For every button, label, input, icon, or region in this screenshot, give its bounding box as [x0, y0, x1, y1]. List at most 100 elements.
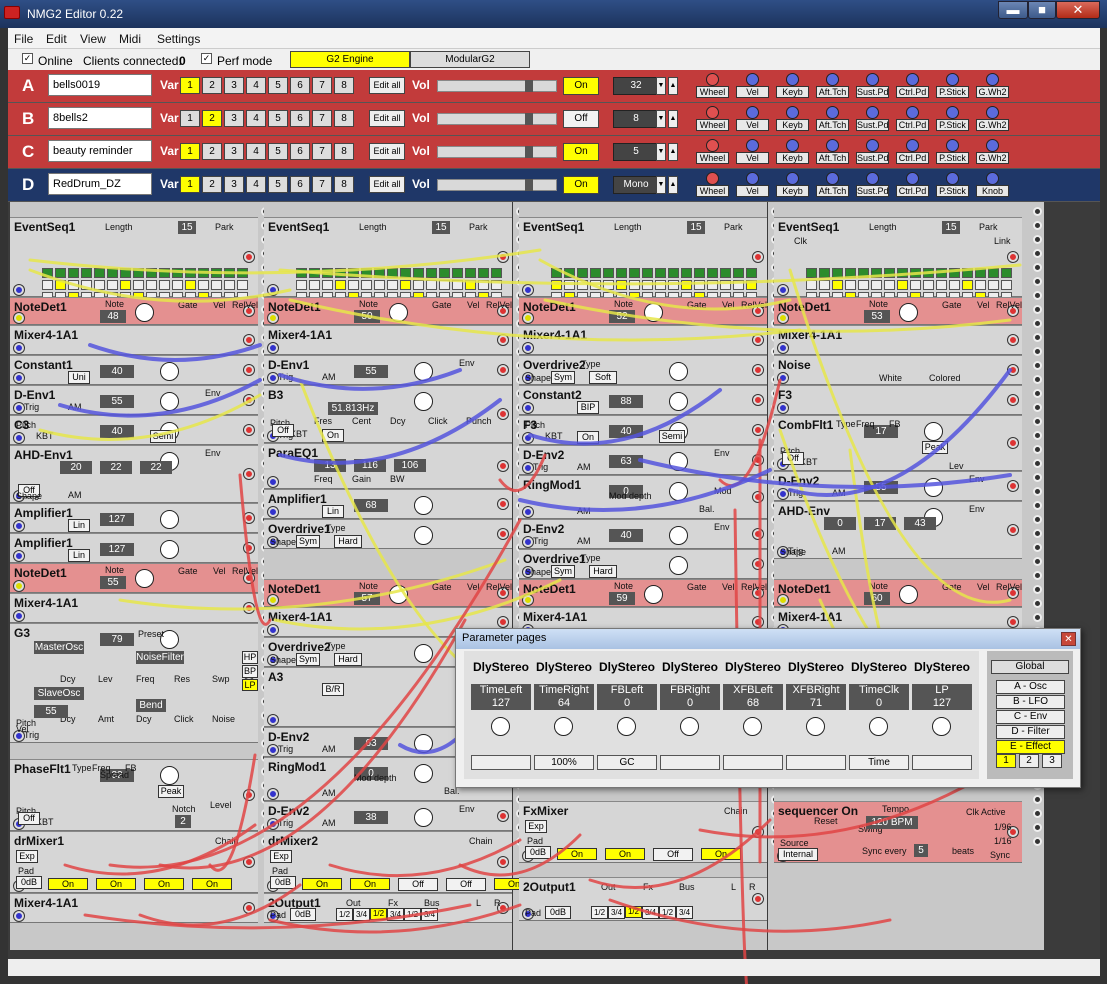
param-value-box[interactable]: LP 127 [912, 684, 972, 710]
parameter-knob-icon[interactable] [669, 452, 688, 471]
assign-knob-icon[interactable] [866, 172, 879, 185]
output-jack-icon[interactable] [244, 903, 254, 913]
param-knob-icon[interactable] [617, 717, 636, 736]
sequencer-step[interactable] [910, 268, 921, 278]
off-button[interactable]: Off [272, 424, 294, 437]
sequencer-step[interactable] [975, 280, 986, 290]
parameter-knob-icon[interactable] [924, 478, 943, 497]
variation-button[interactable]: 4 [246, 143, 266, 160]
sequencer-step[interactable] [146, 280, 157, 290]
sequencer-step[interactable] [746, 280, 757, 290]
parameter-knob-icon[interactable] [669, 482, 688, 501]
exp-button[interactable]: Exp [525, 820, 547, 833]
sequencer-step[interactable] [806, 268, 817, 278]
value-display[interactable]: 63 [609, 455, 643, 468]
module-amplifier1[interactable]: Amplifier1 Lin 68 [264, 489, 512, 519]
output-jack-icon[interactable] [244, 365, 254, 375]
volume-thumb[interactable] [525, 179, 533, 191]
input-jack-icon[interactable] [523, 285, 533, 295]
value-display[interactable]: 22 [140, 461, 172, 474]
sequencer-step[interactable] [616, 268, 627, 278]
sequencer-step[interactable] [694, 280, 705, 290]
slot-on-button[interactable]: On [563, 77, 599, 95]
volume-slider[interactable] [437, 179, 557, 191]
sequencer-step[interactable] [374, 268, 385, 278]
sequencer-step[interactable] [923, 280, 934, 290]
volume-slider[interactable] [437, 113, 557, 125]
value-display[interactable]: 55 [354, 365, 388, 378]
module-notedet1[interactable]: NoteDet1 Note 52 Gate Vel RelVel [519, 297, 767, 325]
module-d-env2[interactable]: D-Env2 55 Env Trig AM [774, 471, 1022, 501]
variation-button[interactable]: 6 [290, 110, 310, 127]
module-d-env2[interactable]: D-Env2 38 Env Trig AM [264, 801, 512, 831]
sequencer-step[interactable] [858, 268, 869, 278]
value-display[interactable]: 17 [864, 517, 896, 530]
note-value[interactable]: 55 [100, 576, 126, 589]
output-jack-icon[interactable] [498, 252, 508, 262]
output-jack-icon[interactable] [753, 827, 763, 837]
parameter-knob-icon[interactable] [414, 362, 433, 381]
sequencer-step[interactable] [551, 280, 562, 290]
page-button[interactable]: C - Env [996, 710, 1065, 724]
edit-all-button[interactable]: Edit all [369, 176, 405, 193]
assign-knob-icon[interactable] [746, 73, 759, 86]
module-notedet1[interactable]: NoteDet1 Note 53 Gate Vel RelVel [774, 297, 1022, 325]
sequencer-step[interactable] [439, 268, 450, 278]
param-knob-icon[interactable] [869, 717, 888, 736]
module-constant2[interactable]: Constant2 BIP 88 [519, 385, 767, 415]
module-combflt1[interactable]: CombFlt1 17 KBT Pitch Off Type Freq FB Peak Lev [774, 415, 1022, 471]
output-jack-icon[interactable] [753, 335, 763, 345]
sequencer-step[interactable] [478, 280, 489, 290]
volume-thumb[interactable] [525, 113, 533, 125]
output-select-button[interactable]: 3/4 [608, 906, 625, 919]
note-value[interactable]: 57 [354, 592, 380, 605]
parameter-knob-icon[interactable] [414, 764, 433, 783]
input-jack-icon[interactable] [268, 789, 278, 799]
sequencer-step[interactable] [159, 280, 170, 290]
sequencer-step[interactable] [42, 268, 53, 278]
sequencer-step[interactable] [81, 268, 92, 278]
sequencer-step[interactable] [832, 268, 843, 278]
module-d-env1[interactable]: D-Env1 55 Env Trig AM [264, 355, 512, 385]
sequencer-step[interactable] [949, 268, 960, 278]
voices-down-button[interactable]: ▼ [656, 110, 666, 128]
sequencer-step[interactable] [107, 280, 118, 290]
sequencer-step[interactable] [720, 268, 731, 278]
channel-on-button[interactable]: Off [446, 878, 486, 891]
exp-button[interactable]: Exp [16, 850, 38, 863]
sequencer-step[interactable] [452, 280, 463, 290]
output-select-button[interactable]: 3/4 [421, 908, 438, 921]
note-knob-icon[interactable] [644, 303, 663, 322]
input-jack-icon[interactable] [523, 507, 533, 517]
sequencer-step[interactable] [733, 280, 744, 290]
sequencer-step[interactable] [720, 280, 731, 290]
value-display[interactable]: 79 [100, 633, 134, 646]
value-display[interactable]: 106 [394, 459, 426, 472]
parameter-knob-icon[interactable] [669, 362, 688, 381]
variation-button[interactable]: 6 [290, 176, 310, 193]
sequencer-step[interactable] [55, 280, 66, 290]
note-knob-icon[interactable] [389, 303, 408, 322]
output-jack-icon[interactable] [1008, 335, 1018, 345]
module-noise[interactable]: Noise White Colored [774, 355, 1022, 385]
output-jack-icon[interactable] [498, 499, 508, 509]
sequencer-step[interactable] [296, 280, 307, 290]
input-jack-icon[interactable] [14, 285, 24, 295]
input-jack-icon[interactable] [778, 403, 788, 413]
assign-knob-icon[interactable] [866, 106, 879, 119]
sequencer-step[interactable] [335, 268, 346, 278]
module-overdrive2[interactable]: Overdrive2 Shape Sym Type Soft [519, 355, 767, 385]
mode-button[interactable]: B/R [322, 683, 344, 696]
output-jack-icon[interactable] [244, 543, 254, 553]
value-display[interactable]: 68 [354, 499, 388, 512]
input-jack-icon[interactable] [778, 373, 788, 383]
param-knob-icon[interactable] [806, 717, 825, 736]
assign-knob-icon[interactable] [706, 172, 719, 185]
online-checkbox[interactable]: ✓ [22, 53, 33, 64]
sequencer-step[interactable] [55, 268, 66, 278]
param-value-box[interactable]: XFBRight 71 [786, 684, 846, 710]
pad-button[interactable]: 0dB [525, 846, 551, 859]
assign-knob-icon[interactable] [746, 172, 759, 185]
output-jack-icon[interactable] [244, 335, 254, 345]
sequencer-step[interactable] [655, 268, 666, 278]
